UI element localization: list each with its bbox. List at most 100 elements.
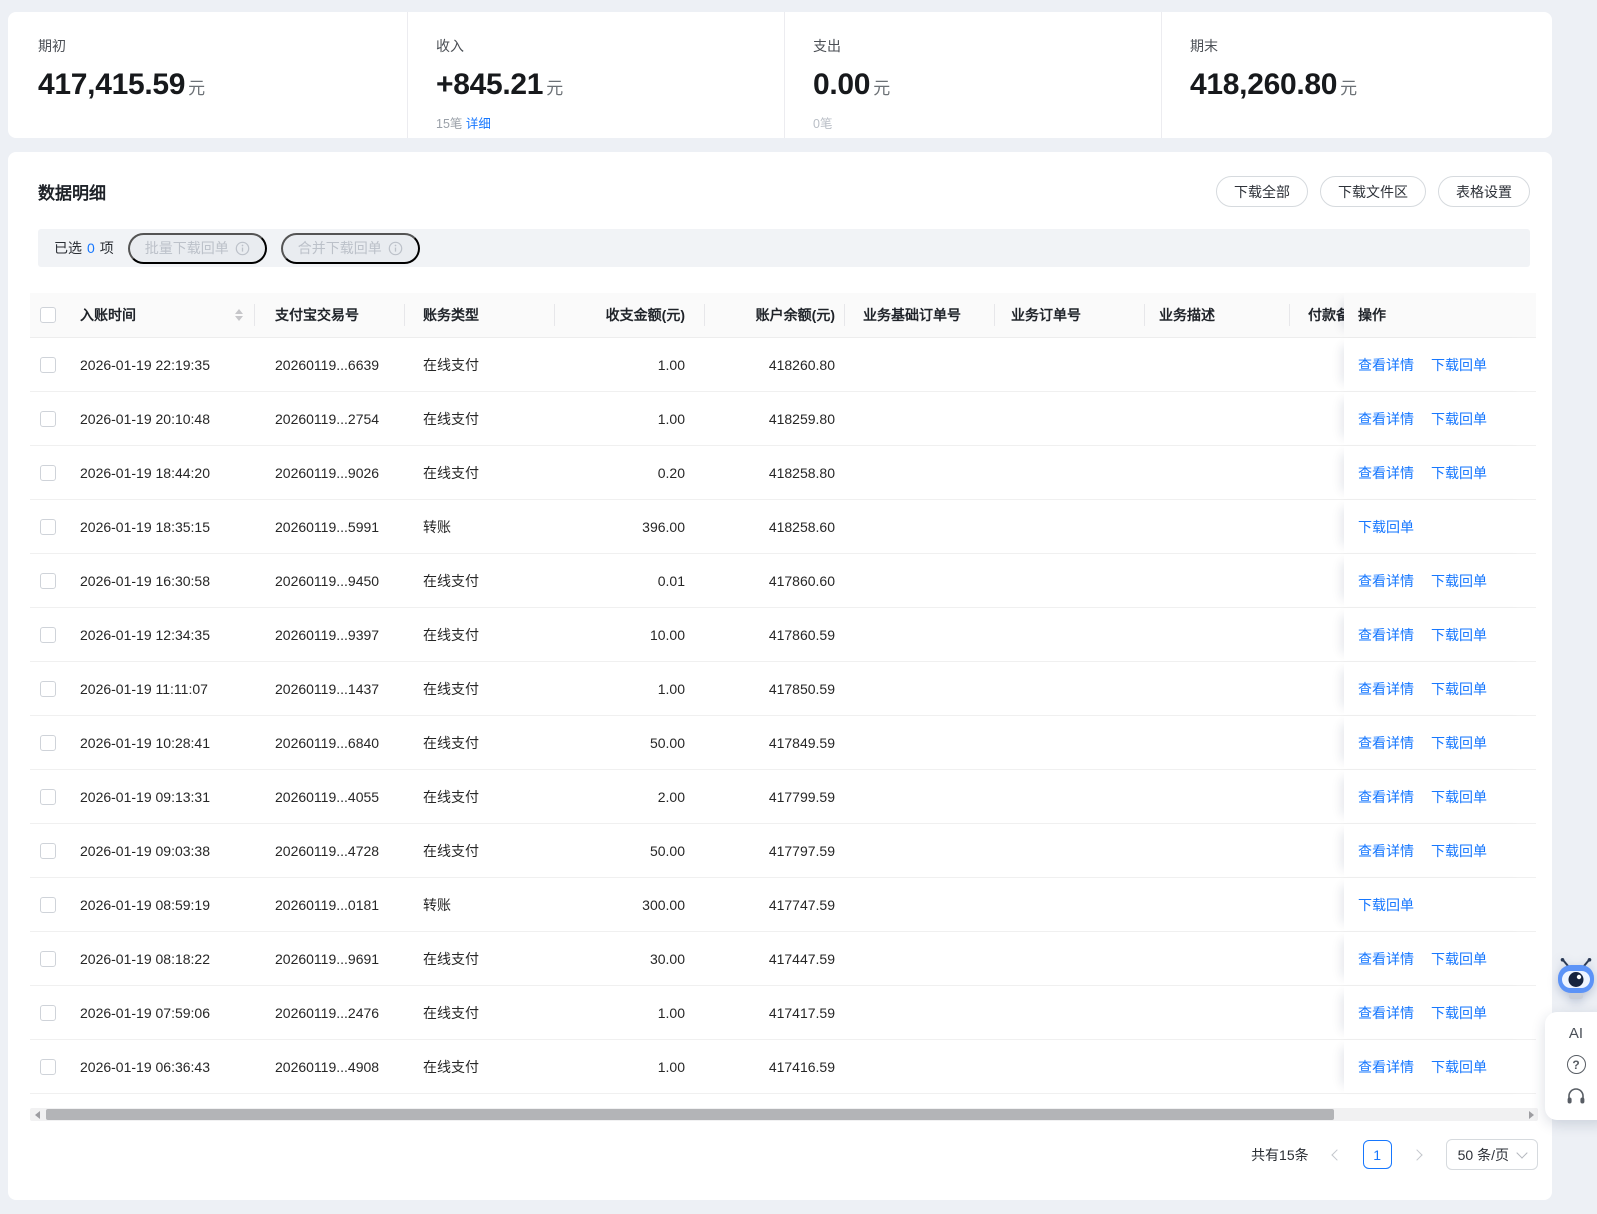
sort-icon[interactable] xyxy=(235,309,243,321)
scrollbar-thumb[interactable] xyxy=(46,1109,1334,1120)
cell-account-type: 转账 xyxy=(423,896,451,913)
row-checkbox[interactable] xyxy=(40,734,56,751)
cell-balance: 418260.80 xyxy=(768,356,835,373)
income-detail-link[interactable]: 详细 xyxy=(466,117,491,131)
table-settings-button[interactable]: 表格设置 xyxy=(1438,176,1530,207)
download-receipt-link[interactable]: 下载回单 xyxy=(1358,517,1414,537)
page-size-select[interactable]: 50 条/页 xyxy=(1445,1139,1538,1170)
scroll-left-arrow[interactable] xyxy=(30,1108,44,1121)
download-receipt-link[interactable]: 下载回单 xyxy=(1431,625,1487,645)
download-receipt-link[interactable]: 下载回单 xyxy=(1431,949,1487,969)
download-filezone-button[interactable]: 下载文件区 xyxy=(1320,176,1426,207)
cell-actions: 查看详情 下载回单 xyxy=(1344,716,1536,769)
cell-account-type: 在线支付 xyxy=(423,464,479,481)
column-header-balance: 账户余额(元) xyxy=(705,293,845,337)
cell-biz-order xyxy=(995,986,1145,1039)
scroll-right-arrow[interactable] xyxy=(1524,1108,1538,1121)
cell-balance: 417799.59 xyxy=(768,788,835,805)
cell-biz-order xyxy=(995,770,1145,823)
view-detail-link[interactable]: 查看详情 xyxy=(1358,463,1414,483)
row-checkbox[interactable] xyxy=(40,1058,56,1075)
cell-payer-remark xyxy=(1290,392,1344,445)
cell-base-order xyxy=(845,500,995,553)
cell-account-type: 在线支付 xyxy=(423,734,479,751)
download-receipt-link[interactable]: 下载回单 xyxy=(1431,409,1487,429)
download-receipt-link[interactable]: 下载回单 xyxy=(1431,733,1487,753)
view-detail-link[interactable]: 查看详情 xyxy=(1358,679,1414,699)
cell-biz-desc xyxy=(1145,608,1290,661)
row-checkbox[interactable] xyxy=(40,518,56,535)
select-all-checkbox[interactable] xyxy=(40,307,56,323)
row-checkbox[interactable] xyxy=(40,788,56,805)
headset-icon[interactable] xyxy=(1566,1087,1586,1106)
view-detail-link[interactable]: 查看详情 xyxy=(1358,787,1414,807)
cell-txn-id: 20260119...9397 xyxy=(275,626,380,643)
batch-download-button[interactable]: 批量下载回单 xyxy=(127,232,267,264)
view-detail-link[interactable]: 查看详情 xyxy=(1358,1057,1414,1077)
row-checkbox[interactable] xyxy=(40,842,56,859)
download-receipt-link[interactable]: 下载回单 xyxy=(1431,787,1487,807)
view-detail-link[interactable]: 查看详情 xyxy=(1358,355,1414,375)
download-receipt-link[interactable]: 下载回单 xyxy=(1431,571,1487,591)
page-number-button[interactable]: 1 xyxy=(1362,1140,1392,1169)
download-receipt-link[interactable]: 下载回单 xyxy=(1431,1057,1487,1077)
row-checkbox[interactable] xyxy=(40,572,56,589)
view-detail-link[interactable]: 查看详情 xyxy=(1358,625,1414,645)
cell-balance: 418259.80 xyxy=(768,410,835,427)
view-detail-link[interactable]: 查看详情 xyxy=(1358,1003,1414,1023)
download-receipt-link[interactable]: 下载回单 xyxy=(1358,895,1414,915)
row-checkbox[interactable] xyxy=(40,356,56,373)
row-checkbox[interactable] xyxy=(40,896,56,913)
selected-count: 0 xyxy=(87,240,95,256)
row-checkbox[interactable] xyxy=(40,626,56,643)
cell-payer-remark xyxy=(1290,446,1344,499)
view-detail-link[interactable]: 查看详情 xyxy=(1358,733,1414,753)
merge-download-button[interactable]: 合并下载回单 xyxy=(280,232,420,264)
cell-amount: 1.00 xyxy=(657,1004,685,1021)
view-detail-link[interactable]: 查看详情 xyxy=(1358,571,1414,591)
download-receipt-link[interactable]: 下载回单 xyxy=(1431,355,1487,375)
ai-label[interactable]: AI xyxy=(1569,1025,1583,1042)
robot-icon[interactable] xyxy=(1553,958,1597,1004)
view-detail-link[interactable]: 查看详情 xyxy=(1358,409,1414,429)
summary-subline: 15笔 详细 xyxy=(436,113,784,132)
cell-balance: 417447.59 xyxy=(768,950,835,967)
row-checkbox[interactable] xyxy=(40,410,56,427)
cell-base-order xyxy=(845,662,995,715)
cell-amount: 2.00 xyxy=(657,788,685,805)
cell-payer-remark xyxy=(1290,824,1344,877)
download-receipt-link[interactable]: 下载回单 xyxy=(1431,679,1487,699)
summary-label: 收入 xyxy=(436,38,464,54)
cell-biz-desc xyxy=(1145,824,1290,877)
cell-entry-time: 2026-01-19 22:19:35 xyxy=(80,356,210,373)
row-checkbox[interactable] xyxy=(40,950,56,967)
cell-payer-remark xyxy=(1290,662,1344,715)
view-detail-link[interactable]: 查看详情 xyxy=(1358,841,1414,861)
download-receipt-link[interactable]: 下载回单 xyxy=(1431,841,1487,861)
chevron-left-icon xyxy=(1331,1148,1343,1161)
download-receipt-link[interactable]: 下载回单 xyxy=(1431,463,1487,483)
table-row: 2026-01-19 06:36:43 20260119...4908 在线支付… xyxy=(30,1040,1536,1094)
cell-payer-remark xyxy=(1290,338,1344,391)
view-detail-link[interactable]: 查看详情 xyxy=(1358,949,1414,969)
horizontal-scrollbar[interactable] xyxy=(30,1108,1538,1121)
cell-biz-order xyxy=(995,932,1145,985)
column-header-time[interactable]: 入账时间 xyxy=(70,293,255,337)
cell-balance: 417747.59 xyxy=(768,896,835,913)
download-all-button[interactable]: 下载全部 xyxy=(1216,176,1308,207)
help-icon[interactable]: ? xyxy=(1566,1055,1586,1074)
download-receipt-link[interactable]: 下载回单 xyxy=(1431,1003,1487,1023)
currency-unit: 元 xyxy=(1340,79,1357,98)
row-checkbox[interactable] xyxy=(40,680,56,697)
cell-biz-order xyxy=(995,392,1145,445)
summary-label: 期末 xyxy=(1190,38,1218,54)
cell-entry-time: 2026-01-19 09:03:38 xyxy=(80,842,210,859)
toolbar: 下载全部 下载文件区 表格设置 xyxy=(1216,176,1530,207)
cell-amount: 1.00 xyxy=(657,680,685,697)
row-checkbox[interactable] xyxy=(40,464,56,481)
row-checkbox[interactable] xyxy=(40,1004,56,1021)
cell-entry-time: 2026-01-19 12:34:35 xyxy=(80,626,210,643)
next-page-button[interactable] xyxy=(1406,1142,1432,1168)
prev-page-button[interactable] xyxy=(1323,1142,1349,1168)
cell-base-order xyxy=(845,770,995,823)
